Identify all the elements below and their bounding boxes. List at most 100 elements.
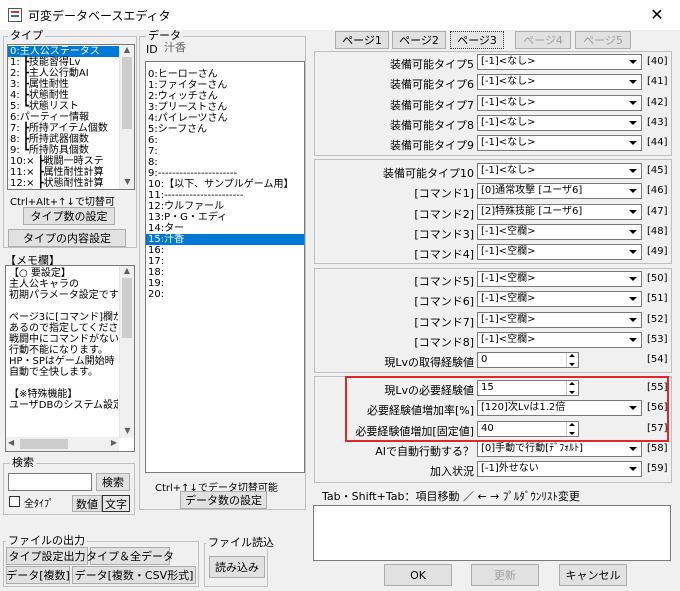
search-text-button[interactable]: 文字 xyxy=(102,495,130,512)
type-list-scrollbar[interactable]: ▲ ▼ xyxy=(119,45,134,189)
spin-arrows-icon[interactable] xyxy=(566,353,578,368)
data-list-item[interactable]: 10:【以下、サンプルゲーム用】 xyxy=(146,179,304,190)
data-list-item[interactable]: 19: xyxy=(146,278,304,289)
field-dropdown[interactable]: [0]通常攻撃 [ユーザ6] xyxy=(477,183,642,200)
search-button[interactable]: 検索 xyxy=(96,473,130,491)
chevron-down-icon[interactable] xyxy=(626,443,640,455)
type-list-item[interactable]: 11:× ┣属性耐性計算 xyxy=(8,167,134,178)
field-dropdown[interactable]: [-1]<空欄> xyxy=(477,311,642,328)
type-list-item[interactable]: 3: ┣属性耐性 xyxy=(8,79,134,90)
field-spin-input[interactable]: 0 xyxy=(477,352,579,369)
data-list-item[interactable]: 5:シーフさん xyxy=(146,124,304,135)
close-icon[interactable]: ✕ xyxy=(634,0,680,30)
chevron-down-icon[interactable] xyxy=(626,137,640,149)
data-list-item[interactable]: 8: xyxy=(146,157,304,168)
type-list-item[interactable]: 7: ┣所持アイテム個数 xyxy=(8,123,134,134)
data-list-item[interactable]: 9:---------------------- xyxy=(146,168,304,179)
memo-hscrollbar[interactable]: ◀ ▶ xyxy=(6,437,119,451)
field-dropdown[interactable]: [-1]<なし> xyxy=(477,74,642,91)
memo-vscrollbar[interactable]: ▲ ▼ xyxy=(119,266,134,438)
chevron-down-icon[interactable] xyxy=(626,246,640,258)
type-all-data-button[interactable]: タイプ＆全データ xyxy=(86,547,174,565)
scroll-left-icon[interactable]: ◀ xyxy=(8,438,14,447)
data-list-item[interactable]: 4:パイレーツさん xyxy=(146,113,304,124)
data-list-item[interactable]: 13:P・G・エディ xyxy=(146,212,304,223)
scroll-down-icon[interactable]: ▼ xyxy=(120,426,134,438)
scroll-up-icon[interactable]: ▲ xyxy=(120,266,134,278)
type-list-item[interactable]: 0:主人公ステータス xyxy=(8,46,134,57)
data-list-item[interactable]: 0:ヒーローさん xyxy=(146,69,304,80)
chevron-down-icon[interactable] xyxy=(626,56,640,68)
field-dropdown[interactable]: [0]手動で行動[ﾃﾞﾌｫﾙﾄ] xyxy=(477,440,642,457)
field-dropdown[interactable]: [-1]<空欄> xyxy=(477,223,642,240)
scroll-right-icon[interactable]: ▶ xyxy=(111,438,117,447)
data-list-item[interactable]: 14:ター xyxy=(146,223,304,234)
chevron-down-icon[interactable] xyxy=(626,293,640,305)
type-content-button[interactable]: タイプの内容設定 xyxy=(8,229,126,247)
scroll-thumb[interactable] xyxy=(122,278,132,338)
tab-page-2[interactable]: ページ2 xyxy=(392,31,446,49)
type-count-button[interactable]: タイプ数の設定 xyxy=(23,207,115,225)
field-dropdown[interactable]: [-1]<なし> xyxy=(477,94,642,111)
chevron-down-icon[interactable] xyxy=(626,463,640,475)
data-list-item[interactable]: 3:プリーストさん xyxy=(146,102,304,113)
field-dropdown[interactable]: [2]特殊技能 [ユーザ6] xyxy=(477,203,642,220)
type-list-item[interactable]: 12:× ┣状態耐性計算 xyxy=(8,178,134,189)
cancel-button[interactable]: キャンセル xyxy=(559,564,627,586)
load-button[interactable]: 読み込み xyxy=(209,556,265,578)
data-list-item[interactable]: 2:ウィッチさん xyxy=(146,91,304,102)
chevron-down-icon[interactable] xyxy=(626,226,640,238)
scroll-thumb[interactable] xyxy=(20,439,68,449)
data-list-item[interactable]: 15:汁香 xyxy=(146,234,304,245)
chevron-down-icon[interactable] xyxy=(626,185,640,197)
data-multiple-button[interactable]: データ[複数] xyxy=(6,566,70,584)
memo-textarea[interactable]: 【○ 要設定】 主人公キャラの 初期パラメータ設定です ページ3に[コマンド]欄が ある… xyxy=(5,265,135,452)
chevron-down-icon[interactable] xyxy=(626,334,640,346)
type-list-item[interactable]: 4: ┣状態耐性 xyxy=(8,90,134,101)
data-count-button[interactable]: データ数の設定 xyxy=(180,491,267,509)
type-list-item[interactable]: 2: ┣主人公行動AI xyxy=(8,68,134,79)
data-list-item[interactable]: 6: xyxy=(146,135,304,146)
chevron-down-icon[interactable] xyxy=(626,117,640,129)
field-dropdown[interactable]: [-1]<なし> xyxy=(477,114,642,131)
search-number-button[interactable]: 数値 xyxy=(72,495,102,512)
type-list-item[interactable]: 5: ┗状態リスト xyxy=(8,101,134,112)
data-list-item[interactable]: 7: xyxy=(146,146,304,157)
chevron-down-icon[interactable] xyxy=(626,97,640,109)
data-list-item[interactable]: 11:---------------------- xyxy=(146,190,304,201)
data-multiple-csv-button[interactable]: データ[複数・CSV形式] xyxy=(72,566,196,584)
scroll-up-icon[interactable]: ▲ xyxy=(120,45,134,57)
field-dropdown[interactable]: [-1]<空欄> xyxy=(477,291,642,308)
data-list-item[interactable]: 20: xyxy=(146,289,304,300)
search-input[interactable] xyxy=(8,473,92,491)
data-list-item[interactable]: 1:ファイターさん xyxy=(146,80,304,91)
ok-button[interactable]: OK xyxy=(384,564,452,586)
field-dropdown[interactable]: [-1]<なし> xyxy=(477,135,642,152)
type-list-item[interactable]: 10:× ┣戦闘一時ステ xyxy=(8,156,134,167)
field-dropdown[interactable]: [-1]外せない xyxy=(477,461,642,478)
type-list-item[interactable]: 8: ┣所持武器個数 xyxy=(8,134,134,145)
type-list-item[interactable]: 6:パーティー情報 xyxy=(8,112,134,123)
all-types-checkbox[interactable] xyxy=(9,496,20,507)
type-list-item[interactable]: 9: ┗所持防具個数 xyxy=(8,145,134,156)
field-dropdown[interactable]: [-1]<なし> xyxy=(477,54,642,70)
data-list-item[interactable]: 12:ウルファール xyxy=(146,201,304,212)
data-list-item[interactable]: 16: xyxy=(146,245,304,256)
scroll-thumb[interactable] xyxy=(122,57,132,129)
chevron-down-icon[interactable] xyxy=(626,206,640,218)
chevron-down-icon[interactable] xyxy=(626,165,640,177)
scroll-down-icon[interactable]: ▼ xyxy=(120,177,134,189)
data-list-item[interactable]: 17: xyxy=(146,256,304,267)
data-list-item[interactable]: 18: xyxy=(146,267,304,278)
chevron-down-icon[interactable] xyxy=(626,273,640,285)
tab-page-1[interactable]: ページ1 xyxy=(335,31,389,49)
field-dropdown[interactable]: [-1]<空欄> xyxy=(477,331,642,348)
field-dropdown[interactable]: [-1]<空欄> xyxy=(477,244,642,261)
tab-page-3[interactable]: ページ3 xyxy=(450,31,504,49)
type-list[interactable]: 0:主人公ステータス 1: ┣技能習得Lv 2: ┣主人公行動AI 3: ┣属性耐性 4… xyxy=(7,44,135,190)
field-dropdown[interactable]: [-1]<なし> xyxy=(477,163,642,179)
data-list[interactable]: 0:ヒーローさん 1:ファイターさん 2:ウィッチさん 3:プリーストさん 4:パイレー… xyxy=(145,61,305,473)
type-settings-output-button[interactable]: タイプ設定出力 xyxy=(6,547,88,565)
field-dropdown[interactable]: [-1]<空欄> xyxy=(477,271,642,287)
data-id-input[interactable]: 汁香 xyxy=(160,40,304,56)
